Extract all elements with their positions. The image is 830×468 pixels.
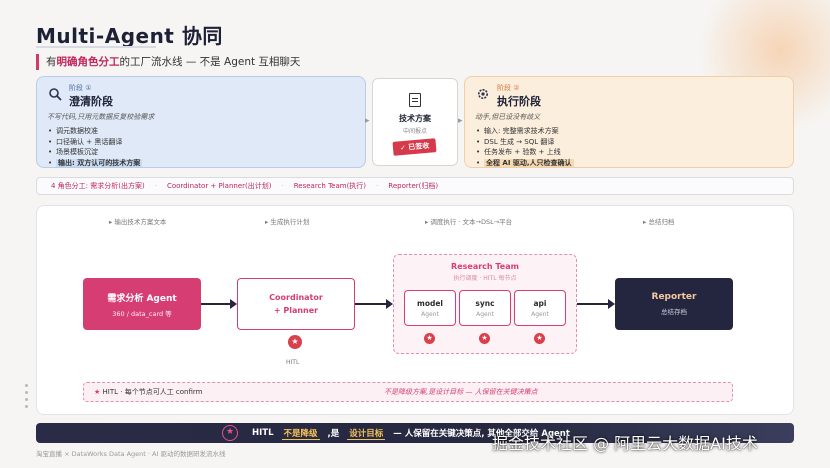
list-item: 场景模板沉淀 [47,147,355,158]
subtitle-post: 的工厂流水线 — 不是 Agent 互相聊天 [119,56,301,68]
flow-arrow [355,299,393,309]
clarify-phase-desc: 不写代码,只用元数据反复校验需求 [47,113,155,121]
agent-title: sync [475,298,495,308]
highlight-text: 全程 AI 驱动,人只检查确认 [484,158,574,167]
agent-title: model [417,298,443,308]
hitl-note-bar: ★ HITL · 每个节点可人工 confirm 不是降级方案,是设计目标 — … [83,382,733,402]
banner-text: HITL [252,428,274,438]
list-item-highlight: 全程 AI 驱动,人只检查确认 [475,158,783,169]
list-item-highlight: 输出: 双方认可的技术方案 [47,158,355,169]
star-icon: ★ [479,333,490,344]
coordinator-line2: + Planner [273,306,319,315]
research-team-sub: 执行调度 · HITL 每节点 [453,275,517,282]
hitl-note-text: HITL · 每个节点可人工 confirm [102,388,203,396]
page-subtitle: 有明确角色分工的工厂流水线 — 不是 Agent 互相聊天 [36,54,300,70]
flow-arrow [201,299,237,309]
subtitle-emphasis: 明确角色分工 [56,56,120,68]
role-separator: · [154,182,157,190]
tech-plan-title: 技术方案 [399,114,431,123]
coordinator-node: Coordinator + Planner [237,278,355,330]
execute-phase-desc: 动手,但已设没有歧义 [475,113,541,121]
research-team-group: Research Team 执行调度 · HITL 每节点 model Agen… [393,254,577,354]
hitl-note-emphasis: 不是降级方案,是设计目标 — 人保留在关键决策点 [384,388,538,396]
clarify-phase-tag: 阶段 ① [69,84,92,92]
gear-icon [475,87,491,105]
agent-sub: Agent [421,310,439,318]
research-team-title: Research Team [451,262,519,271]
reporter-node: Reporter 总结存档 [615,278,733,330]
agent-flow-panel: ▸ 输出技术方案文本 ▸ 生成执行计划 ▸ 调度执行 · 文本→DSL→平台 ▸… [36,205,794,415]
execute-phase-name: 执行阶段 [497,95,541,108]
page-title: Multi-Agent 协同 [36,24,223,48]
title-rule [36,46,156,48]
flow-arrow [577,299,615,309]
coordinator-line1: Coordinator [269,293,323,302]
step-label: ▸ 输出技术方案文本 [109,218,167,226]
arrow-right-icon: ▸ [365,116,370,126]
reporter-sub: 总结存档 [661,308,687,316]
clarify-phase-head: 阶段 ① 澄清阶段 [47,83,355,109]
step-label: ▸ 调度执行 · 文本→DSL→平台 [425,218,513,226]
list-item: 调元数据校准 [47,126,355,137]
role-item: 4 角色分工: 需求分析(出方案) [51,182,145,190]
list-item: DSL 生成 → SQL 翻译 [475,137,783,148]
agent-title: api [533,298,547,308]
list-item: 口径确认 + 黑话翻译 [47,137,355,148]
star-icon: ★ [534,333,545,344]
tech-plan-card: 技术方案 中间报点 ✓ 已签收 [372,78,458,166]
banner-highlight: 设计目标 [347,428,386,440]
star-icon: ★ [94,388,101,396]
list-item: 输入: 完整需求技术方案 [475,126,783,137]
api-agent-node: api Agent [514,290,566,326]
execute-phase-head: 阶段 ② 执行阶段 [475,83,783,109]
role-item: Coordinator + Planner(出计划) [166,182,272,190]
role-separator: · [376,182,379,190]
clarify-phase-name: 澄清阶段 [69,95,113,108]
reporter-title: Reporter [651,292,697,302]
clarify-phase-list: 调元数据校准 口径确认 + 黑话翻译 场景模板沉淀 输出: 双方认可的技术方案 [47,126,355,168]
signed-stamp: ✓ 已签收 [392,138,438,156]
clarify-phase-card: 阶段 ① 澄清阶段 不写代码,只用元数据反复校验需求 调元数据校准 口径确认 +… [36,76,366,168]
page-dots [25,384,29,412]
star-icon: ★ [424,333,435,344]
hitl-label: HITL [286,359,300,366]
roles-bar: 4 角色分工: 需求分析(出方案) · Coordinator + Planne… [36,177,794,195]
arrow-right-icon: ▸ [458,116,463,126]
star-icon: ★ [222,425,238,441]
list-item: 任务发布 + 验数 + 上线 [475,147,783,158]
banner-text: ,是 [327,429,340,439]
banner-highlight: 不是降级 [281,428,320,440]
subtitle-pre: 有 [46,56,57,68]
sync-agent-node: sync Agent [459,290,511,326]
execute-phase-list: 输入: 完整需求技术方案 DSL 生成 → SQL 翻译 任务发布 + 验数 +… [475,126,783,168]
agent-sub: Agent [531,310,549,318]
role-item: Reporter(归档) [388,182,439,190]
star-icon: ★ [288,335,302,349]
document-icon [409,93,421,107]
step-label: ▸ 生成执行计划 [265,218,310,226]
tech-plan-sub: 中间报点 [402,128,427,135]
model-agent-node: model Agent [404,290,456,326]
role-separator: · [281,182,284,190]
agent-sub: Agent [476,310,494,318]
role-item: Research Team(执行) [293,182,367,190]
step-label: ▸ 总结归档 [643,218,675,226]
execute-phase-card: 阶段 ② 执行阶段 动手,但已设没有歧义 输入: 完整需求技术方案 DSL 生成… [464,76,794,168]
requirement-agent-title: 需求分析 Agent [107,293,177,304]
footer-text: 淘宝直播 × DataWorks Data Agent · AI 驱动的数据研发… [36,450,226,458]
highlight-text: 输出: 双方认可的技术方案 [56,158,143,167]
requirement-agent-sub: 360 / data_card 等 [112,309,172,318]
execute-phase-tag: 阶段 ② [497,84,520,92]
search-icon [47,87,63,105]
requirement-agent-node: 需求分析 Agent 360 / data_card 等 [83,278,201,330]
watermark: 掘金技术社区 @ 阿里云大数据AI技术 [492,434,758,453]
